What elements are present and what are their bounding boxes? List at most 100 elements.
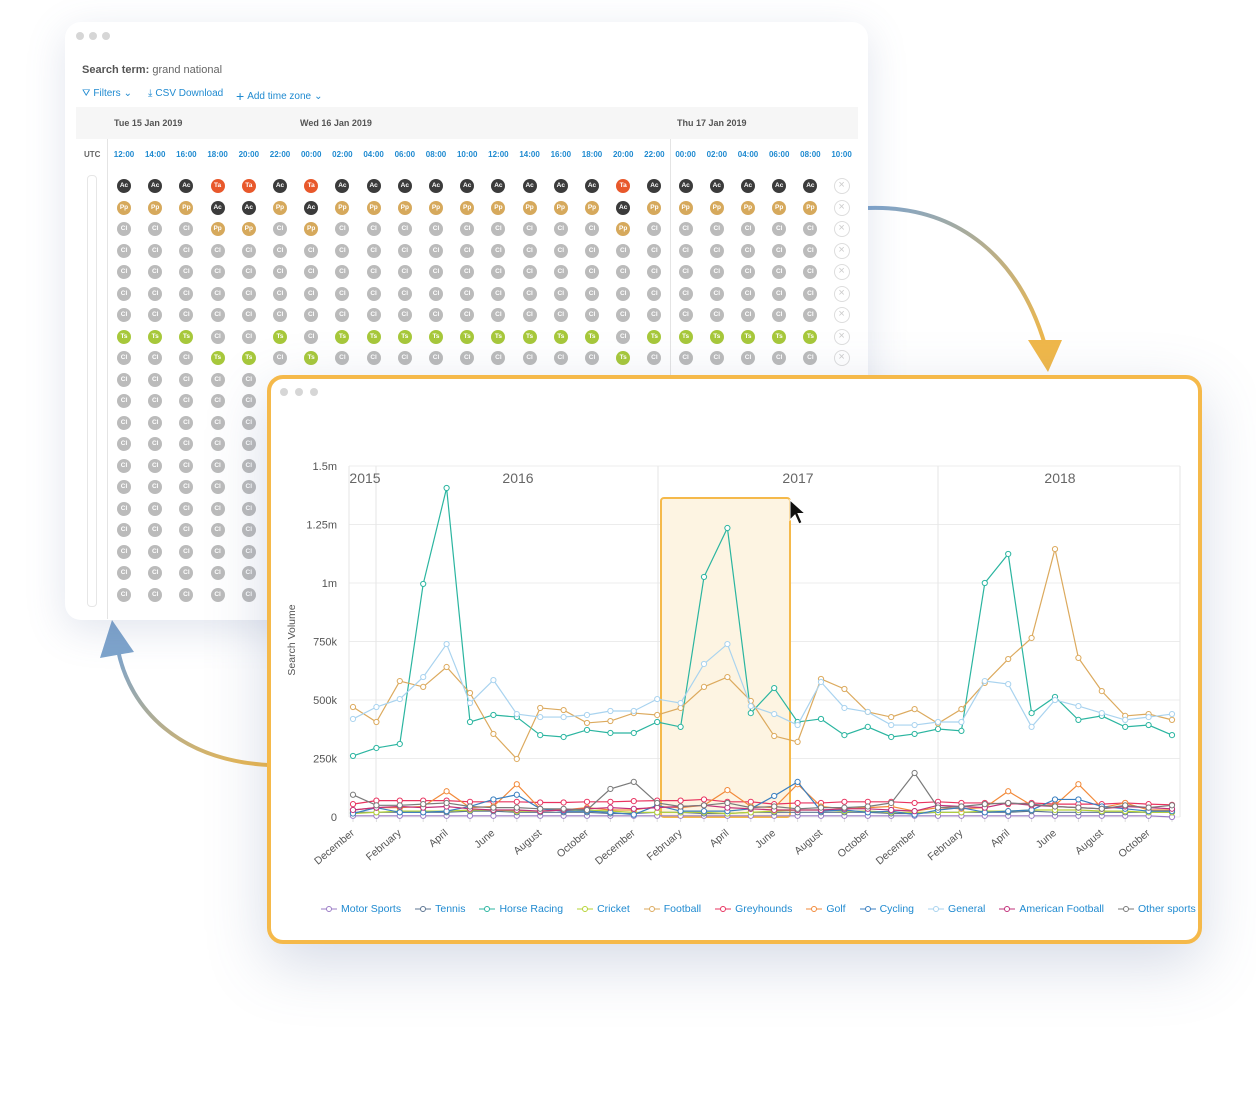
slot-badge-cl[interactable]: Cl (460, 351, 475, 365)
slot-badge-cl[interactable]: Cl (241, 394, 256, 408)
slot-badge-cl[interactable]: Cl (741, 308, 755, 322)
slot-badge-cl[interactable]: Cl (117, 243, 131, 258)
slot-badge-cl[interactable]: Cl (678, 243, 693, 258)
slot-badge-cl[interactable]: Cl (241, 372, 256, 387)
slot-badge-ac[interactable]: Ac (397, 179, 412, 193)
slot-badge-pp[interactable]: Pp (491, 200, 506, 215)
slot-badge-cl[interactable]: Cl (647, 222, 662, 236)
unavailable-slot-icon[interactable]: × (833, 285, 850, 302)
slot-badge-cl[interactable]: Cl (148, 415, 163, 430)
slot-badge-cl[interactable]: Cl (179, 501, 194, 516)
slot-badge-cl[interactable]: Cl (397, 308, 412, 322)
slot-badge-cl[interactable]: Cl (273, 265, 287, 279)
slot-badge-cl[interactable]: Cl (179, 351, 194, 365)
slot-badge-cl[interactable]: Cl (772, 308, 787, 322)
slot-badge-cl[interactable]: Cl (803, 286, 818, 301)
slot-badge-cl[interactable]: Cl (210, 437, 225, 451)
slot-badge-cl[interactable]: Cl (241, 286, 256, 301)
legend-item[interactable]: Motor Sports (321, 903, 401, 915)
slot-badge-cl[interactable]: Cl (429, 308, 443, 322)
slot-badge-cl[interactable]: Cl (366, 308, 381, 322)
slot-badge-cl[interactable]: Cl (117, 566, 131, 580)
slot-badge-ts[interactable]: Ts (366, 329, 381, 344)
slot-badge-cl[interactable]: Cl (772, 222, 787, 236)
unavailable-slot-icon[interactable]: × (833, 328, 850, 345)
slot-badge-cl[interactable]: Cl (429, 265, 443, 279)
slot-badge-cl[interactable]: Cl (460, 243, 475, 258)
slot-badge-cl[interactable]: Cl (117, 437, 131, 451)
slot-badge-cl[interactable]: Cl (553, 308, 568, 322)
slot-badge-cl[interactable]: Cl (772, 265, 787, 279)
filters-button[interactable]: ⛛ Filters ⌄ (82, 88, 132, 99)
slot-badge-cl[interactable]: Cl (803, 243, 818, 258)
slot-badge-cl[interactable]: Cl (678, 351, 693, 365)
slot-badge-cl[interactable]: Cl (210, 458, 225, 473)
slot-badge-cl[interactable]: Cl (179, 394, 194, 408)
slot-badge-cl[interactable]: Cl (709, 308, 724, 322)
slot-badge-ts[interactable]: Ts (647, 329, 662, 344)
slot-badge-cl[interactable]: Cl (616, 308, 631, 322)
unavailable-slot-icon[interactable]: × (833, 199, 850, 216)
slot-badge-cl[interactable]: Cl (678, 286, 693, 301)
time-column-header[interactable]: 18:00 (582, 150, 602, 159)
slot-badge-cl[interactable]: Cl (709, 222, 724, 236)
slot-badge-ac[interactable]: Ac (304, 200, 319, 215)
slot-badge-cl[interactable]: Cl (616, 265, 631, 279)
slot-badge-ac[interactable]: Ac (803, 179, 818, 193)
time-column-header[interactable]: 02:00 (332, 150, 352, 159)
slot-badge-cl[interactable]: Cl (553, 222, 568, 236)
slot-badge-cl[interactable]: Cl (241, 308, 256, 322)
slot-badge-cl[interactable]: Cl (179, 458, 194, 473)
slot-badge-cl[interactable]: Cl (179, 243, 194, 258)
slot-badge-pp[interactable]: Pp (117, 200, 131, 215)
slot-badge-cl[interactable]: Cl (709, 286, 724, 301)
slot-badge-cl[interactable]: Cl (647, 351, 662, 365)
slot-badge-cl[interactable]: Cl (460, 222, 475, 236)
slot-badge-cl[interactable]: Cl (148, 523, 163, 537)
slot-badge-cl[interactable]: Cl (522, 265, 537, 279)
slot-badge-cl[interactable]: Cl (397, 243, 412, 258)
slot-badge-cl[interactable]: Cl (491, 286, 506, 301)
slot-badge-ac[interactable]: Ac (678, 179, 693, 193)
slot-badge-cl[interactable]: Cl (241, 329, 256, 344)
unavailable-slot-icon[interactable]: × (833, 221, 850, 237)
slot-badge-cl[interactable]: Cl (241, 501, 256, 516)
legend-item[interactable]: General (928, 903, 985, 915)
slot-badge-cl[interactable]: Cl (553, 286, 568, 301)
slot-badge-cl[interactable]: Cl (491, 222, 506, 236)
slot-badge-cl[interactable]: Cl (210, 308, 225, 322)
time-column-header[interactable]: 12:00 (114, 150, 134, 159)
time-column-header[interactable]: 06:00 (395, 150, 415, 159)
slot-badge-cl[interactable]: Cl (304, 308, 319, 322)
slot-badge-cl[interactable]: Cl (273, 351, 287, 365)
time-column-header[interactable]: 10:00 (457, 150, 477, 159)
slot-badge-ta[interactable]: Ta (304, 179, 319, 193)
slot-badge-cl[interactable]: Cl (397, 351, 412, 365)
slot-badge-cl[interactable]: Cl (585, 222, 599, 236)
slot-badge-cl[interactable]: Cl (117, 523, 131, 537)
legend-item[interactable]: Tennis (415, 903, 465, 915)
slot-badge-cl[interactable]: Cl (553, 351, 568, 365)
slot-badge-cl[interactable]: Cl (491, 243, 506, 258)
slot-badge-cl[interactable]: Cl (148, 566, 163, 580)
legend-item[interactable]: Horse Racing (479, 903, 563, 915)
slot-badge-ts[interactable]: Ts (273, 329, 287, 344)
time-column-header[interactable]: 14:00 (519, 150, 539, 159)
legend-item[interactable]: Cricket (577, 903, 630, 915)
slot-badge-cl[interactable]: Cl (179, 372, 194, 387)
slot-badge-pp[interactable]: Pp (429, 200, 443, 215)
time-column-header[interactable]: 04:00 (363, 150, 383, 159)
slot-badge-cl[interactable]: Cl (741, 243, 755, 258)
slot-badge-cl[interactable]: Cl (429, 286, 443, 301)
slot-badge-ts[interactable]: Ts (148, 329, 163, 344)
slot-badge-cl[interactable]: Cl (678, 265, 693, 279)
slot-badge-cl[interactable]: Cl (241, 265, 256, 279)
unavailable-slot-icon[interactable]: × (833, 350, 850, 366)
slot-badge-cl[interactable]: Cl (397, 222, 412, 236)
slot-badge-cl[interactable]: Cl (241, 587, 256, 602)
slot-badge-cl[interactable]: Cl (273, 243, 287, 258)
slot-badge-cl[interactable]: Cl (522, 351, 537, 365)
slot-badge-cl[interactable]: Cl (241, 415, 256, 430)
slot-badge-cl[interactable]: Cl (117, 458, 131, 473)
slot-badge-cl[interactable]: Cl (148, 308, 163, 322)
